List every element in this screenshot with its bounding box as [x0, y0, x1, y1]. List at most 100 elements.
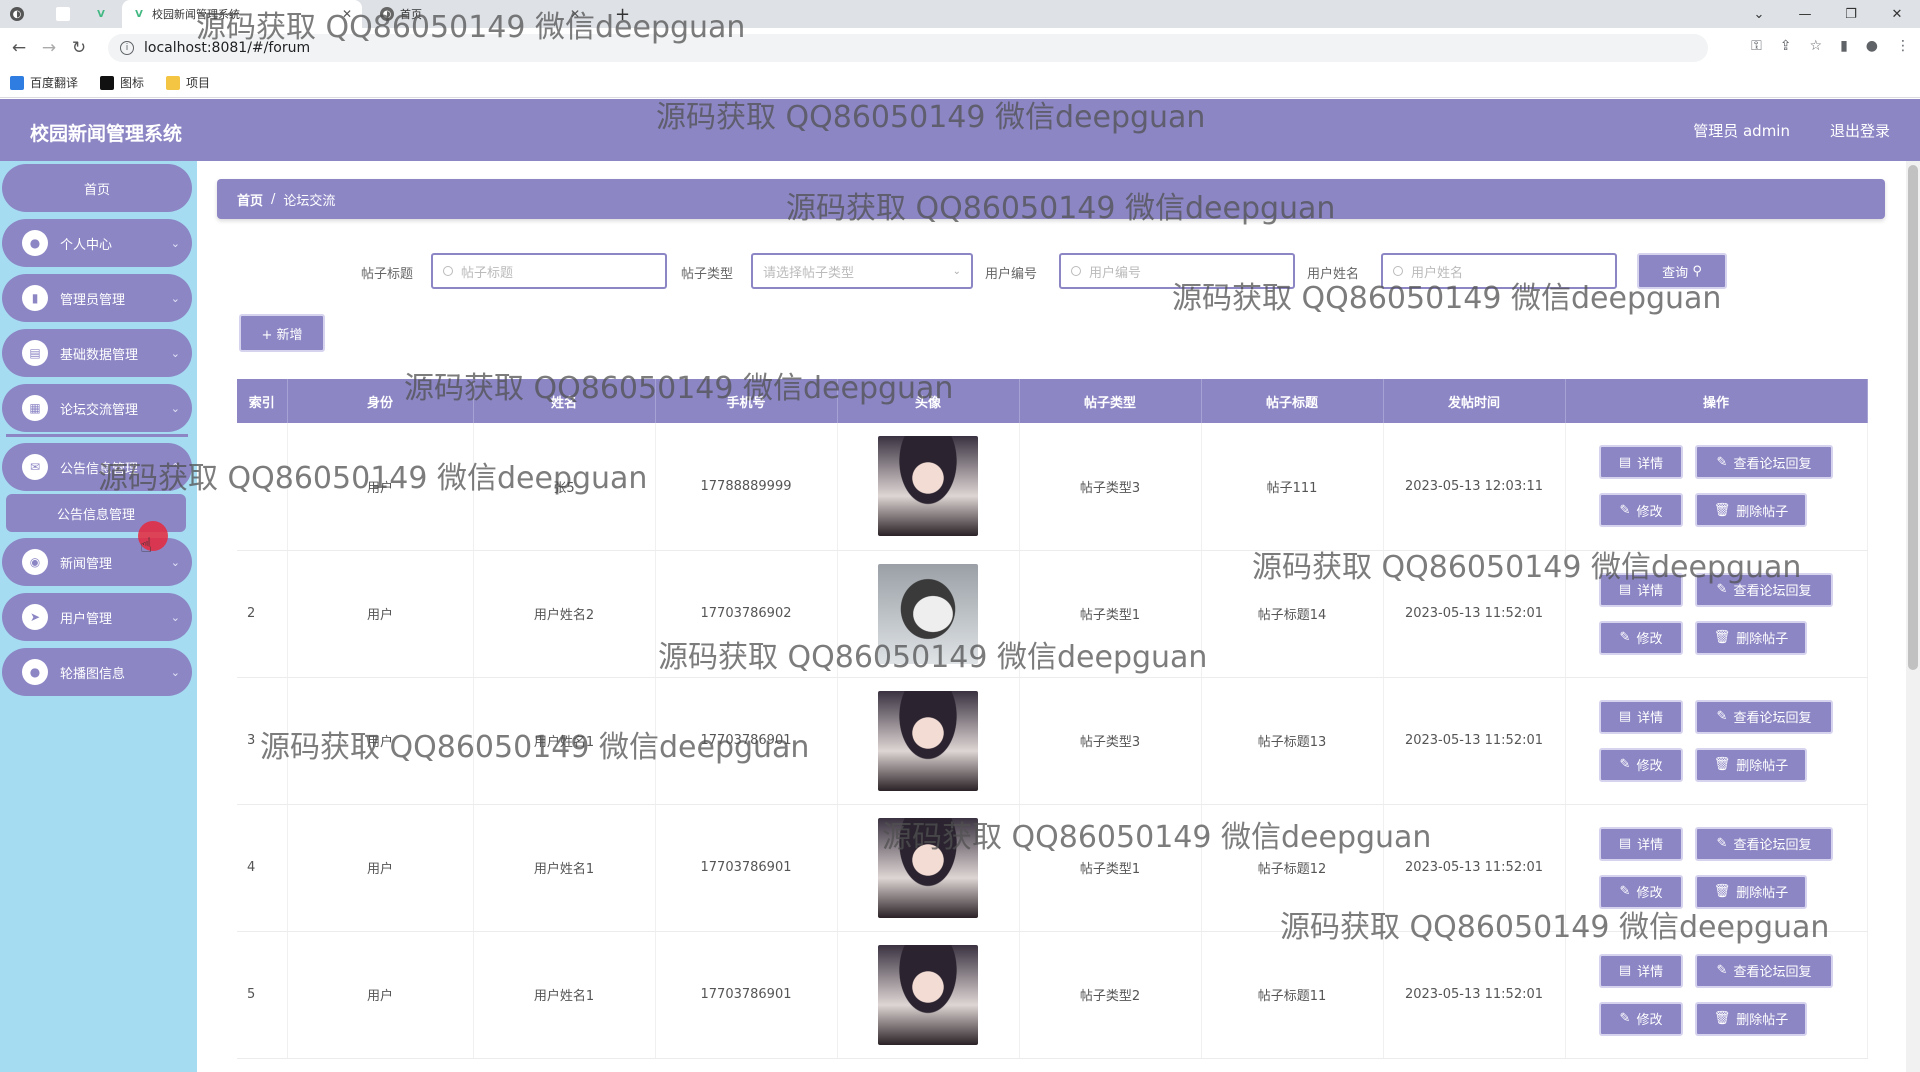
- avatar[interactable]: [878, 944, 978, 1045]
- delete-button[interactable]: 🗑 删除帖子: [1695, 874, 1807, 909]
- profile-icon[interactable]: ●: [1866, 38, 1878, 54]
- logout-link[interactable]: 退出登录: [1830, 120, 1890, 141]
- document-icon: ▤: [1618, 454, 1632, 470]
- sidebar-item-carousel[interactable]: ● 轮播图信息 ⌄: [2, 648, 192, 696]
- avatar[interactable]: [878, 563, 978, 664]
- person-icon: ●: [22, 230, 48, 256]
- browser-icon[interactable]: ◐: [0, 0, 30, 28]
- sidebar-item-users[interactable]: ➤ 用户管理 ⌄: [2, 593, 192, 641]
- person-icon: ●: [22, 659, 48, 685]
- delete-button[interactable]: 🗑 删除帖子: [1695, 493, 1807, 528]
- edit-button[interactable]: ✎ 修改: [1599, 747, 1683, 782]
- megaphone-icon: ✉: [22, 454, 48, 480]
- tab-placeholder-icon[interactable]: [46, 0, 76, 28]
- tab-active[interactable]: V 校园新闻管理系统 ✕: [122, 0, 362, 28]
- cell-time: 2023-05-13 11:52:01: [1383, 677, 1566, 805]
- delete-button[interactable]: 🗑 删除帖子: [1695, 1001, 1807, 1036]
- chevron-down-icon: ⌄: [170, 346, 180, 360]
- scrollbar-thumb[interactable]: [1908, 165, 1918, 670]
- menu-icon[interactable]: ⋮: [1896, 38, 1910, 54]
- cell-type: 帖子类型1: [1019, 804, 1202, 932]
- user-number-input[interactable]: 用户编号: [1059, 253, 1295, 289]
- view-reply-button[interactable]: ✎ 查看论坛回复: [1695, 699, 1833, 734]
- view-reply-button[interactable]: ✎ 查看论坛回复: [1695, 572, 1833, 607]
- delete-button[interactable]: 🗑 删除帖子: [1695, 620, 1807, 655]
- cell-title: 帖子标题14: [1201, 550, 1384, 678]
- cell-title: 帖子标题11: [1201, 931, 1384, 1059]
- cell-phone: 17703786901: [655, 677, 838, 805]
- detail-button[interactable]: ▤ 详情: [1599, 699, 1683, 734]
- filter-userno-label: 用户编号: [985, 267, 1038, 282]
- cell-time: 2023-05-13 12:03:11: [1383, 423, 1566, 551]
- sidebar-item-forum[interactable]: ▦ 论坛交流管理 ⌄: [2, 384, 192, 432]
- pencil-icon: ✎: [1716, 582, 1728, 597]
- chevron-down-icon: ⌄: [952, 265, 961, 277]
- detail-button[interactable]: ▤ 详情: [1599, 826, 1683, 861]
- avatar[interactable]: [878, 436, 978, 537]
- avatar[interactable]: [878, 817, 978, 918]
- query-button[interactable]: 查询 ⚲: [1637, 253, 1727, 289]
- sidebar-item-profile[interactable]: ● 个人中心 ⌄: [2, 219, 192, 267]
- pencil-icon: ✎: [1619, 502, 1631, 518]
- key-icon[interactable]: ⚿: [1751, 38, 1762, 54]
- forward-icon[interactable]: →: [34, 38, 64, 58]
- close-tab-icon[interactable]: ✕: [342, 7, 352, 21]
- user-name-input[interactable]: 用户姓名: [1381, 253, 1617, 289]
- sidebar-item-admins[interactable]: ▮ 管理员管理 ⌄: [2, 274, 192, 322]
- avatar[interactable]: [878, 690, 978, 791]
- detail-button[interactable]: ▤ 详情: [1599, 445, 1683, 480]
- view-reply-button[interactable]: ✎ 查看论坛回复: [1695, 445, 1833, 480]
- close-tab-icon[interactable]: ✕: [570, 7, 580, 21]
- cell-time: 2023-05-13 11:52:01: [1383, 931, 1566, 1059]
- post-title-input[interactable]: 帖子标题: [431, 253, 667, 289]
- vue-icon[interactable]: V: [84, 0, 114, 28]
- edit-button[interactable]: ✎ 修改: [1599, 493, 1683, 528]
- site-info-icon[interactable]: i: [120, 41, 134, 55]
- bookmark-icons[interactable]: 图标: [100, 74, 144, 91]
- close-window-icon[interactable]: ✕: [1874, 7, 1920, 22]
- tab-search-icon[interactable]: ⌄: [1736, 7, 1782, 22]
- view-reply-button[interactable]: ✎ 查看论坛回复: [1695, 826, 1833, 861]
- star-icon[interactable]: ☆: [1810, 38, 1823, 54]
- chevron-down-icon: ⌄: [170, 236, 180, 250]
- cell-index: 2: [237, 550, 288, 678]
- edit-button[interactable]: ✎ 修改: [1599, 1001, 1683, 1036]
- sidebar-item-notice[interactable]: ✉ 公告信息管理 ⌃: [2, 443, 192, 491]
- sidebar-item-basedata[interactable]: ▤ 基础数据管理 ⌄: [2, 329, 192, 377]
- restore-icon[interactable]: ❐: [1828, 7, 1874, 22]
- trash-icon: 🗑: [1713, 630, 1731, 645]
- sidebar-item-home[interactable]: 首页: [2, 164, 192, 212]
- search-icon: ⚲: [1692, 263, 1702, 279]
- detail-button[interactable]: ▤ 详情: [1599, 572, 1683, 607]
- cell-role: 用户: [287, 677, 474, 805]
- chevron-down-icon: ⌄: [170, 291, 180, 305]
- post-type-select[interactable]: 请选择帖子类型 ⌄: [751, 253, 973, 289]
- breadcrumb-home[interactable]: 首页: [237, 190, 263, 209]
- col-name: 姓名: [473, 379, 656, 423]
- image-icon: [100, 75, 115, 90]
- minimize-icon[interactable]: —: [1782, 7, 1828, 22]
- browser-tab-bar: ◐ V V 校园新闻管理系统 ✕ ◐ 首页 ✕ + ⌄ — ❐ ✕: [0, 0, 1920, 28]
- reload-icon[interactable]: ↻: [64, 38, 94, 58]
- cell-time: 2023-05-13 11:52:01: [1383, 804, 1566, 932]
- delete-button[interactable]: 🗑 删除帖子: [1695, 747, 1807, 782]
- new-tab-button[interactable]: +: [615, 0, 635, 28]
- bookmark-project[interactable]: 项目: [166, 74, 210, 91]
- detail-button[interactable]: ▤ 详情: [1599, 953, 1683, 988]
- edit-button[interactable]: ✎ 修改: [1599, 620, 1683, 655]
- clipboard-icon: ▤: [22, 340, 48, 366]
- tab-second[interactable]: ◐ 首页 ✕: [370, 0, 590, 28]
- cell-phone: 17703786901: [655, 804, 838, 932]
- edit-button[interactable]: ✎ 修改: [1599, 874, 1683, 909]
- back-icon[interactable]: ←: [4, 38, 34, 58]
- add-button[interactable]: + 新增: [239, 314, 325, 352]
- sidepanel-icon[interactable]: ▮: [1840, 38, 1848, 54]
- bookmark-baidu-translate[interactable]: 百度翻译: [10, 74, 78, 91]
- share-icon[interactable]: ⇪: [1780, 38, 1792, 54]
- search-icon: [443, 266, 453, 276]
- view-reply-button[interactable]: ✎ 查看论坛回复: [1695, 953, 1833, 988]
- cell-index: 5: [237, 931, 288, 1059]
- folder-icon: [166, 75, 181, 90]
- url-field[interactable]: i localhost:8081/#/forum: [108, 34, 1708, 62]
- table-row: 3 用户 用户姓名1 17703786901 帖子类型3 帖子标题13 2023…: [237, 677, 1868, 805]
